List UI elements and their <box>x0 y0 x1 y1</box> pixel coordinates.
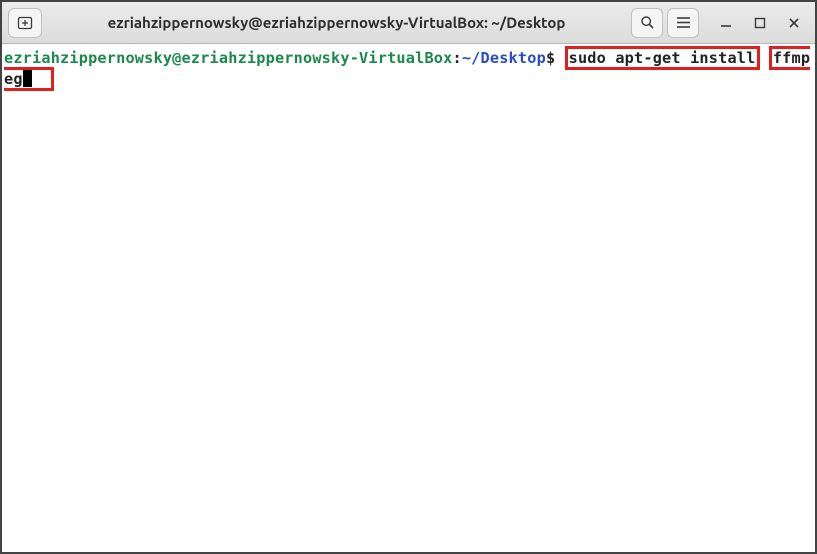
maximize-icon <box>754 17 766 29</box>
terminal-viewport[interactable]: ezriahzippernowsky@ezriahzippernowsky-Vi… <box>2 44 815 93</box>
window-titlebar: ezriahzippernowsky@ezriahzippernowsky-Vi… <box>2 2 815 44</box>
cursor <box>23 70 32 87</box>
search-button[interactable] <box>631 8 663 38</box>
new-tab-icon <box>16 15 34 31</box>
prompt-path: ~/Desktop <box>462 49 546 67</box>
close-button[interactable] <box>779 8 809 38</box>
hamburger-icon <box>676 16 691 29</box>
window-title: ezriahzippernowsky@ezriahzippernowsky-Vi… <box>48 14 625 31</box>
titlebar-right-group <box>631 8 809 38</box>
prompt-user-host: ezriahzippernowsky@ezriahzippernowsky-Vi… <box>4 49 453 67</box>
search-icon <box>640 15 655 30</box>
highlight-box-1: sudo apt-get install <box>565 46 760 70</box>
minimize-button[interactable] <box>711 8 741 38</box>
maximize-button[interactable] <box>745 8 775 38</box>
minimize-icon <box>720 17 732 29</box>
command-text-1: sudo apt-get install <box>569 49 756 67</box>
close-icon <box>788 17 800 29</box>
new-tab-button[interactable] <box>8 8 42 38</box>
prompt-symbol: $ <box>546 49 555 67</box>
menu-button[interactable] <box>667 8 699 38</box>
prompt-separator: : <box>453 49 462 67</box>
